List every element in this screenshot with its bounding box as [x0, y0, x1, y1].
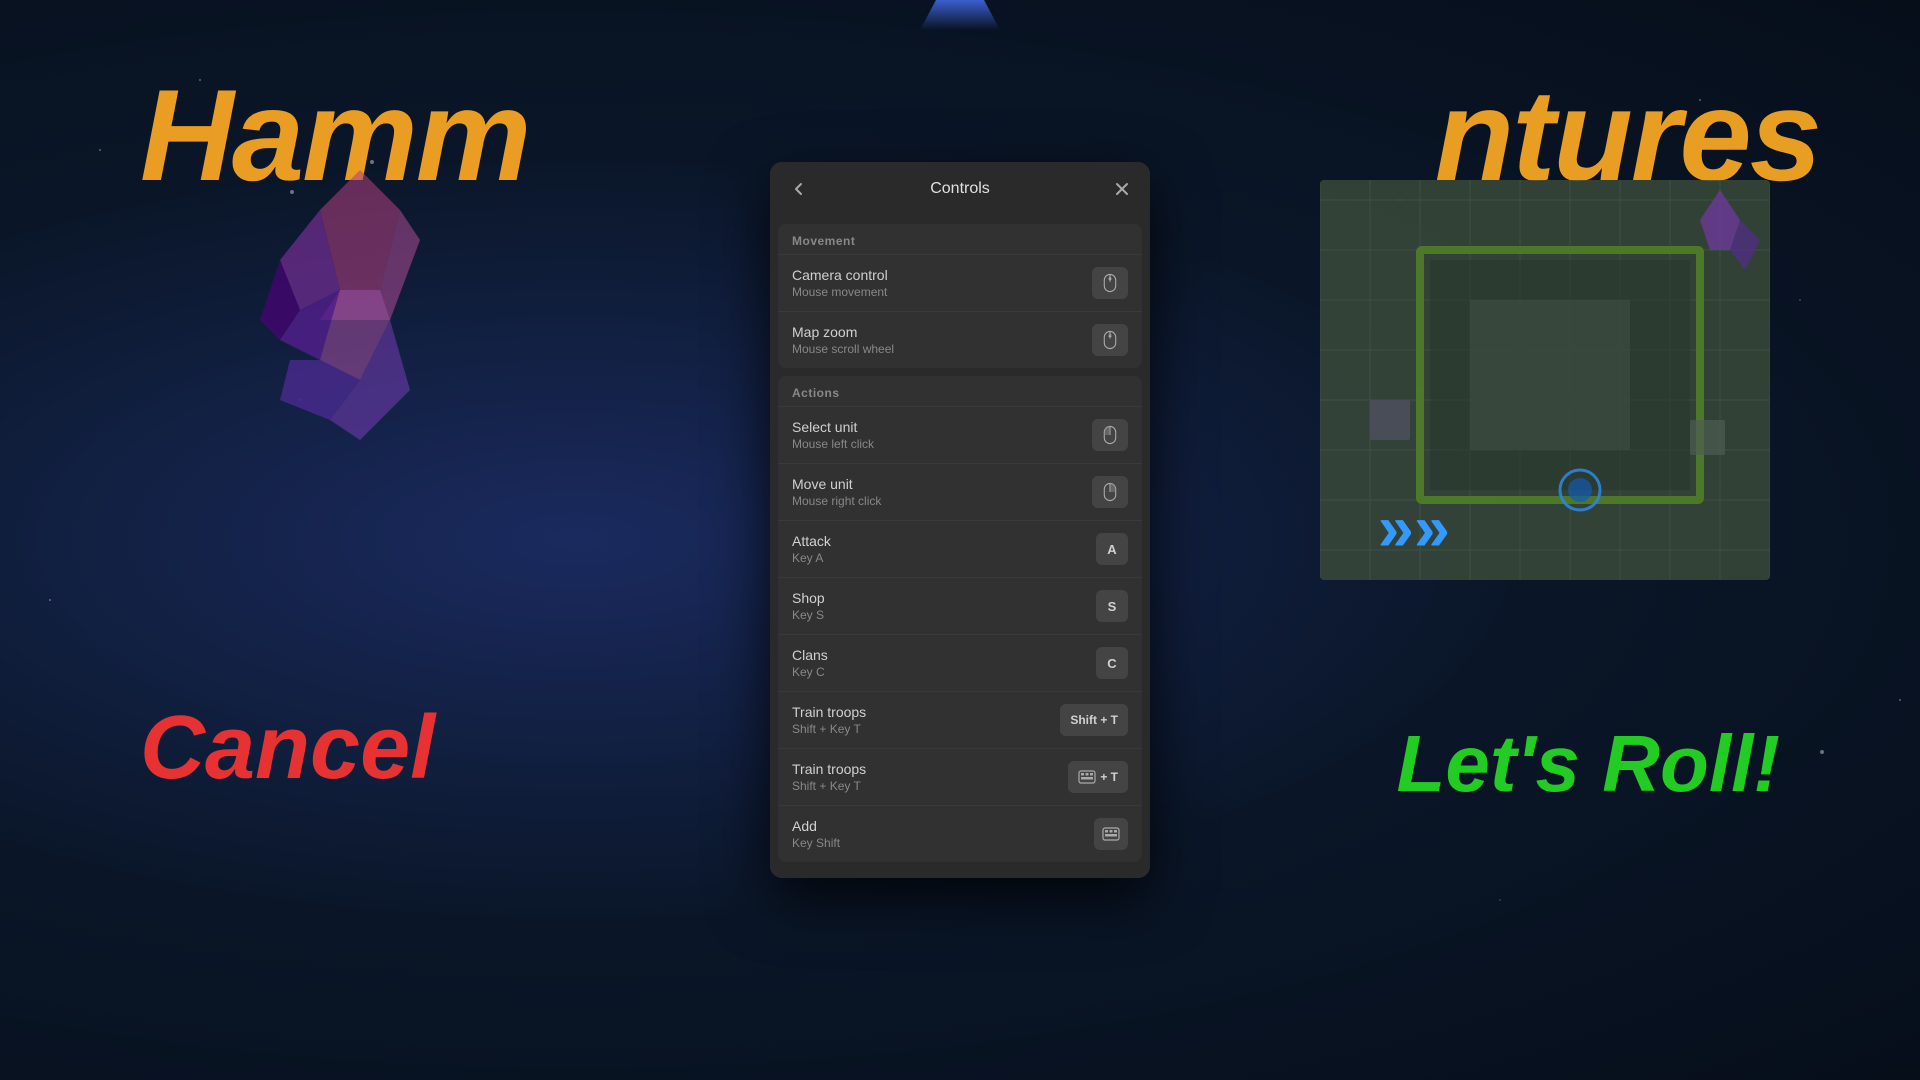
select-unit-name: Select unit: [792, 419, 874, 435]
move-unit-name: Move unit: [792, 476, 881, 492]
train-troops-row-1: Train troops Shift + Key T Shift + T: [778, 691, 1142, 748]
mouse-full-icon: [1100, 273, 1120, 293]
attack-key[interactable]: A: [1096, 533, 1128, 565]
camera-control-info: Camera control Mouse movement: [792, 267, 888, 299]
shop-info: Shop Key S: [792, 590, 825, 622]
clans-info: Clans Key C: [792, 647, 828, 679]
train-troops-row-2: Train troops Shift + Key T + T: [778, 748, 1142, 805]
attack-info: Attack Key A: [792, 533, 831, 565]
add-row: Add Key Shift: [778, 805, 1142, 862]
mouse-left-icon: [1100, 425, 1120, 445]
movement-section: Movement Camera control Mouse movement: [778, 224, 1142, 368]
camera-control-binding: Mouse movement: [792, 285, 888, 299]
add-key[interactable]: [1094, 818, 1128, 850]
train-troops-plus-t: + T: [1100, 770, 1118, 784]
attack-binding: Key A: [792, 551, 831, 565]
map-zoom-key[interactable]: [1092, 324, 1128, 356]
clans-row: Clans Key C C: [778, 634, 1142, 691]
movement-section-header: Movement: [778, 224, 1142, 254]
shop-row: Shop Key S S: [778, 577, 1142, 634]
select-unit-binding: Mouse left click: [792, 437, 874, 451]
attack-row: Attack Key A A: [778, 520, 1142, 577]
back-button[interactable]: [786, 176, 812, 202]
add-name: Add: [792, 818, 840, 834]
modal-title: Controls: [930, 180, 990, 198]
train-troops-binding-2: Shift + Key T: [792, 779, 866, 793]
move-unit-row: Move unit Mouse right click: [778, 463, 1142, 520]
map-zoom-row: Map zoom Mouse scroll wheel: [778, 311, 1142, 368]
actions-section: Actions Select unit Mouse left click: [778, 376, 1142, 862]
map-zoom-name: Map zoom: [792, 324, 894, 340]
train-troops-name-1: Train troops: [792, 704, 866, 720]
map-zoom-binding: Mouse scroll wheel: [792, 342, 894, 356]
close-button[interactable]: [1110, 177, 1134, 201]
keyboard-icon-1: [1078, 768, 1096, 786]
camera-control-key[interactable]: [1092, 267, 1128, 299]
attack-name: Attack: [792, 533, 831, 549]
add-binding: Key Shift: [792, 836, 840, 850]
modal-header: Controls: [770, 162, 1150, 216]
train-troops-info-2: Train troops Shift + Key T: [792, 761, 866, 793]
actions-section-header: Actions: [778, 376, 1142, 406]
shop-name: Shop: [792, 590, 825, 606]
train-troops-name-2: Train troops: [792, 761, 866, 777]
shop-binding: Key S: [792, 608, 825, 622]
shop-key[interactable]: S: [1096, 590, 1128, 622]
clans-key[interactable]: C: [1096, 647, 1128, 679]
mouse-scroll-icon: [1100, 330, 1120, 350]
move-unit-binding: Mouse right click: [792, 494, 881, 508]
controls-modal: Controls Movement Camera control Mouse m…: [770, 162, 1150, 878]
train-troops-key-2[interactable]: + T: [1068, 761, 1128, 793]
move-unit-info: Move unit Mouse right click: [792, 476, 881, 508]
clans-name: Clans: [792, 647, 828, 663]
train-troops-key-1[interactable]: Shift + T: [1060, 704, 1128, 736]
keyboard-icon-2: [1102, 825, 1120, 843]
close-icon: [1114, 181, 1130, 197]
move-unit-key[interactable]: [1092, 476, 1128, 508]
map-zoom-info: Map zoom Mouse scroll wheel: [792, 324, 894, 356]
train-troops-info-1: Train troops Shift + Key T: [792, 704, 866, 736]
select-unit-info: Select unit Mouse left click: [792, 419, 874, 451]
back-icon: [790, 180, 808, 198]
select-unit-key[interactable]: [1092, 419, 1128, 451]
camera-control-row: Camera control Mouse movement: [778, 254, 1142, 311]
train-troops-binding-1: Shift + Key T: [792, 722, 866, 736]
camera-control-name: Camera control: [792, 267, 888, 283]
add-info: Add Key Shift: [792, 818, 840, 850]
mouse-right-icon: [1100, 482, 1120, 502]
select-unit-row: Select unit Mouse left click: [778, 406, 1142, 463]
modal-body: Movement Camera control Mouse movement: [770, 216, 1150, 878]
clans-binding: Key C: [792, 665, 828, 679]
bottom-padding: [770, 870, 1150, 878]
modal-overlay: Controls Movement Camera control Mouse m…: [0, 0, 1920, 1080]
